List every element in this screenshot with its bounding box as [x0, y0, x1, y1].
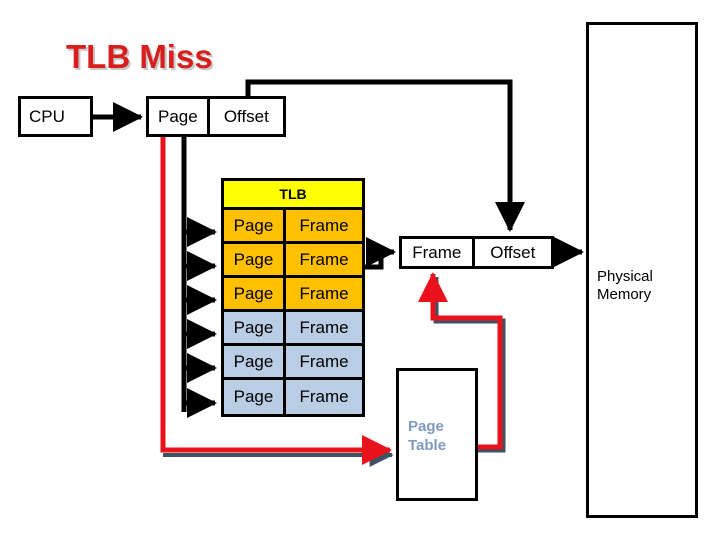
page-table-label-line1: Page — [408, 418, 444, 435]
tlb-row[interactable]: Page Frame — [224, 312, 362, 346]
tlb-frame-cell[interactable]: Frame — [286, 312, 362, 343]
virtual-address-page-label: Page — [157, 106, 198, 126]
physical-address-offset-label: Offset — [490, 242, 536, 262]
tlb-frame-cell[interactable]: Frame — [286, 244, 362, 275]
tlb-frame-cell[interactable]: Frame — [286, 380, 362, 414]
tlb-row[interactable]: Page Frame — [224, 244, 362, 278]
tlb-row[interactable]: Page Frame — [224, 346, 362, 380]
physical-address-frame-cell[interactable]: Frame — [402, 239, 475, 266]
tlb-row[interactable]: Page Frame — [224, 278, 362, 312]
virtual-address-page-cell[interactable]: Page — [149, 99, 210, 134]
tlb-header: TLB — [224, 181, 362, 210]
tlb-page-cell[interactable]: Page — [224, 210, 286, 241]
tlb-page-cell[interactable]: Page — [224, 244, 286, 275]
physical-memory-box[interactable]: Physical Memory — [586, 22, 698, 518]
physical-address-offset-cell[interactable]: Offset — [475, 239, 551, 266]
tlb-frame-cell[interactable]: Frame — [286, 278, 362, 309]
physical-memory-label-line1: Physical — [597, 268, 653, 285]
page-table-label-line2: Table — [408, 437, 447, 454]
tlb-page-cell[interactable]: Page — [224, 278, 286, 309]
cpu-label: CPU — [29, 106, 65, 126]
connector-tlb-to-frame — [365, 237, 397, 270]
physical-address-frame-label: Frame — [412, 242, 462, 262]
virtual-address-offset-cell[interactable]: Offset — [210, 99, 283, 134]
tlb-row[interactable]: Page Frame — [224, 210, 362, 244]
slide-canvas: TLB Miss CPU Page Offset TLB Page Frame Pa… — [0, 0, 720, 540]
connector-tlb-branch-6 — [181, 388, 218, 418]
tlb-frame-cell[interactable]: Frame — [286, 346, 362, 377]
tlb-page-cell[interactable]: Page — [224, 380, 286, 414]
tlb-rows-container: Page Frame Page Frame Page Frame Page Frame Page… — [224, 210, 362, 414]
tlb-row[interactable]: Page Frame — [224, 380, 362, 414]
page-table-label: Page Table — [408, 417, 446, 455]
tlb-page-cell[interactable]: Page — [224, 346, 286, 377]
physical-memory-label: Physical Memory — [597, 268, 653, 304]
tlb-page-cell[interactable]: Page — [224, 312, 286, 343]
page-title: TLB Miss — [66, 38, 213, 75]
virtual-address-box[interactable]: Page Offset — [146, 96, 286, 137]
physical-address-box[interactable]: Frame Offset — [399, 236, 554, 269]
physical-memory-label-line2: Memory — [597, 286, 652, 303]
page-table-box[interactable]: Page Table — [396, 368, 478, 501]
tlb-table[interactable]: TLB Page Frame Page Frame Page Frame Page Frame… — [221, 178, 365, 417]
virtual-address-offset-label: Offset — [223, 106, 269, 126]
tlb-frame-cell[interactable]: Frame — [286, 210, 362, 241]
cpu-box[interactable]: CPU — [18, 96, 93, 137]
